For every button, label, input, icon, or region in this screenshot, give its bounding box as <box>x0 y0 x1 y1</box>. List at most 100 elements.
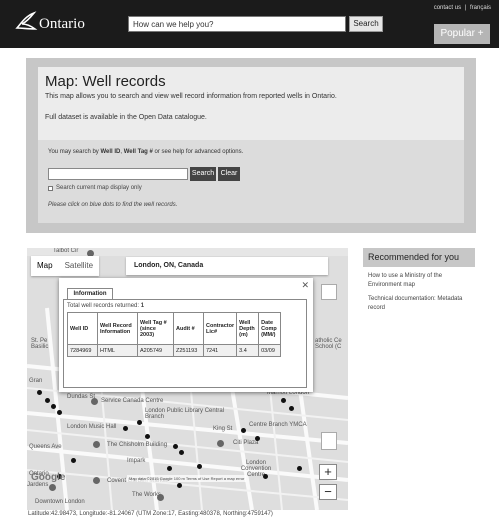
map-label-queens: Queens Ave <box>29 444 62 450</box>
well-dot[interactable] <box>255 436 260 441</box>
map-type-toggle: Map Satellite <box>31 256 100 276</box>
info-body: Total well records returned: 1 Well ID W… <box>63 299 307 388</box>
map-label-citi: Citi Plaza <box>233 440 259 446</box>
table-cell: A205749 <box>137 344 174 357</box>
open-data-link[interactable]: Full dataset is available in the Open Da… <box>45 114 207 121</box>
map-label-talbot: Talbot Cir <box>53 248 79 254</box>
table-row: 7284969 HTML A205749 Z251193 7241 3.4 03… <box>67 344 282 357</box>
place-pin-icon[interactable] <box>217 440 224 447</box>
column-header: Well ID <box>67 312 98 345</box>
table-header-row: Well ID Well Record Information Well Tag… <box>67 312 282 345</box>
column-header: Contractor Lic# <box>202 312 238 345</box>
well-dot[interactable] <box>37 390 42 395</box>
well-dot[interactable] <box>173 444 178 449</box>
well-dot[interactable] <box>57 410 62 415</box>
column-header: Audit # <box>173 312 204 345</box>
table-cell: Z251193 <box>173 344 204 357</box>
current-map-checkbox-row[interactable]: Search current map display only <box>48 185 142 191</box>
site-search-button[interactable]: Search <box>349 16 383 32</box>
contact-us-link[interactable]: contact us <box>434 5 461 11</box>
well-dot[interactable] <box>241 428 246 433</box>
map-label-ymca: Centre Branch YMCA <box>249 422 307 428</box>
google-logo: Google <box>31 472 66 483</box>
map-label-catholic: atholic Ce School (C <box>315 338 342 350</box>
column-header: Well Record Information <box>97 312 138 345</box>
well-search-button[interactable]: Search <box>190 167 216 181</box>
francais-link[interactable]: français <box>470 5 491 11</box>
zoom-out-button[interactable]: − <box>319 484 337 500</box>
table-cell: 3.4 <box>236 344 260 357</box>
well-dot[interactable] <box>167 466 172 471</box>
records-returned: Total well records returned: 1 <box>67 303 145 309</box>
well-dot[interactable] <box>297 466 302 471</box>
column-header: Well Depth (m) <box>236 312 260 345</box>
well-dot[interactable] <box>197 464 202 469</box>
well-search-input[interactable] <box>48 168 188 180</box>
well-dot[interactable] <box>145 434 150 439</box>
map-label-downtown: Downtown London <box>35 499 85 505</box>
map-label-chisholm: The Chisholm Building <box>107 442 168 448</box>
trillium-logo-icon <box>15 11 38 30</box>
map-label-library: London Public Library Central Branch <box>145 408 225 420</box>
map-label-music-hall: London Music Hall <box>67 424 117 430</box>
well-dot[interactable] <box>263 474 268 479</box>
popular-button[interactable]: Popular + <box>434 24 490 44</box>
map-label-st-peters: St. Pe Basilic <box>31 338 49 350</box>
recommended-panel: Recommended for you How to use a Ministr… <box>363 248 475 313</box>
checkbox-label: Search current map display only <box>56 185 142 191</box>
table-cell: 7284969 <box>67 344 98 357</box>
map-view-button[interactable]: Map <box>31 256 59 276</box>
well-dot[interactable] <box>51 404 56 409</box>
current-map-checkbox[interactable] <box>48 185 53 191</box>
table-cell: 03/09 <box>258 344 282 357</box>
well-dot[interactable] <box>289 406 294 411</box>
street-view-pegman-icon[interactable] <box>321 432 337 450</box>
zoom-in-button[interactable]: + <box>319 464 337 480</box>
well-dot[interactable] <box>123 426 128 431</box>
site-search-input[interactable]: How can we help you? <box>128 16 346 32</box>
intro-panel: Map: Well records This map allows you to… <box>38 67 464 223</box>
recommended-link[interactable]: How to use a Ministry of the Environment… <box>363 267 475 290</box>
site-header: Ontario How can we help you? Search cont… <box>0 0 499 48</box>
place-pin-icon[interactable] <box>157 494 164 501</box>
intro-section: Map: Well records This map allows you to… <box>26 58 476 233</box>
html-record-link[interactable]: HTML <box>97 344 138 357</box>
page-title: Map: Well records <box>45 73 166 90</box>
location-label: London, ON, Canada <box>126 257 328 275</box>
link-separator: | <box>464 5 467 11</box>
clear-button[interactable]: Clear <box>218 167 240 181</box>
recommended-link[interactable]: Technical documentation: Metadata record <box>363 290 475 313</box>
recommended-title: Recommended for you <box>363 248 475 267</box>
place-pin-icon[interactable] <box>93 441 100 448</box>
map-label-impark: Impark <box>127 458 146 464</box>
place-pin-icon[interactable] <box>49 484 56 491</box>
logo-wordmark: Ontario <box>39 16 85 32</box>
satellite-view-button[interactable]: Satellite <box>59 256 99 276</box>
map-label-gran: Gran <box>29 378 43 384</box>
map-label-service-canada: Service Canada Centre <box>101 398 164 404</box>
coordinates-readout: Latitude:42.98473, Longitude:-81.24067 (… <box>28 511 273 517</box>
top-links: contact us | français <box>432 5 491 11</box>
place-pin-icon[interactable] <box>91 398 98 405</box>
click-hint: Please click on blue dots to find the we… <box>48 202 178 208</box>
map-attribution: Map data ©2015 Google 100 m Terms of Use… <box>127 475 247 482</box>
well-dot[interactable] <box>281 398 286 403</box>
well-records-map[interactable]: Talbot Cir St. Pe Basilic atholic Ce Sch… <box>27 248 348 510</box>
page-description: This map allows you to search and view w… <box>45 93 337 100</box>
well-dot[interactable] <box>137 420 142 425</box>
close-icon[interactable]: ✕ <box>301 280 309 291</box>
column-header: Well Tag # (since 2003) <box>137 312 174 345</box>
ontario-logo[interactable]: Ontario <box>14 10 85 32</box>
well-record-table: Well ID Well Record Information Well Tag… <box>67 312 282 357</box>
well-dot[interactable] <box>179 450 184 455</box>
well-dot[interactable] <box>45 398 50 403</box>
well-search-panel: You may search by Well ID, Well Tag # or… <box>38 140 464 223</box>
column-header: Date Comp (MM/) <box>258 312 282 345</box>
search-hint: You may search by Well ID, Well Tag # or… <box>48 149 244 155</box>
info-window: ✕ Information Total well records returne… <box>59 278 313 392</box>
table-cell: 7241 <box>202 344 238 357</box>
fullscreen-icon[interactable] <box>321 284 337 300</box>
well-dot[interactable] <box>177 483 182 488</box>
well-dot[interactable] <box>71 458 76 463</box>
place-pin-icon[interactable] <box>93 477 100 484</box>
